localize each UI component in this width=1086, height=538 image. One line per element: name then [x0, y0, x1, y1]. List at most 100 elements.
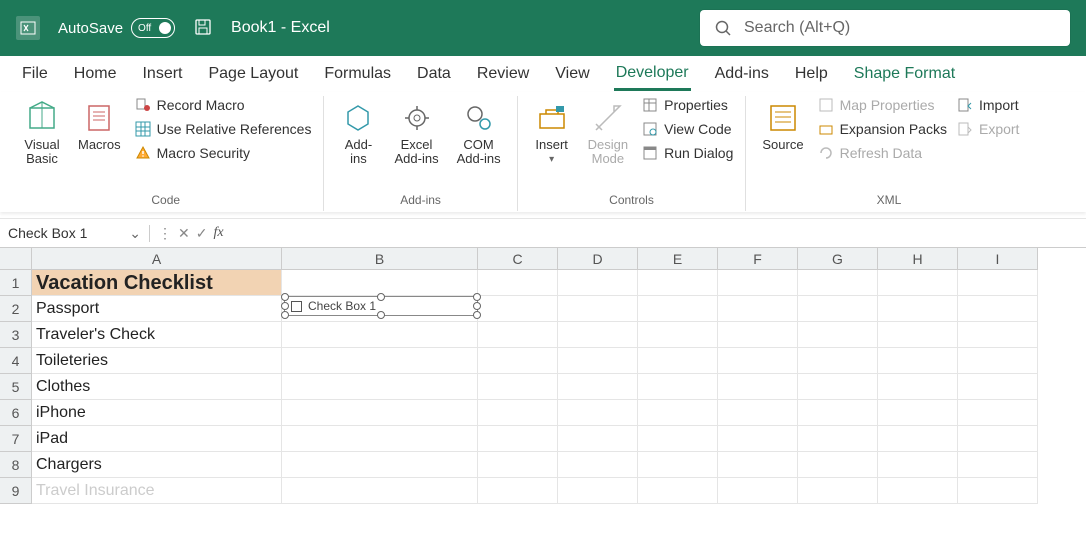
cell[interactable]	[958, 374, 1038, 400]
row-header[interactable]: 7	[0, 426, 32, 452]
cell[interactable]	[958, 452, 1038, 478]
row-header[interactable]: 3	[0, 322, 32, 348]
run-dialog-button[interactable]: Run Dialog	[640, 144, 735, 162]
tab-review[interactable]: Review	[475, 59, 531, 89]
export-button[interactable]: Export	[955, 120, 1021, 138]
more-icon[interactable]: ⋮	[158, 225, 172, 242]
cell[interactable]	[878, 426, 958, 452]
row-header[interactable]: 9	[0, 478, 32, 504]
cell[interactable]	[718, 270, 798, 296]
tab-data[interactable]: Data	[415, 59, 453, 89]
cell[interactable]	[478, 296, 558, 322]
confirm-icon[interactable]: ✓	[196, 225, 208, 242]
row-header[interactable]: 8	[0, 452, 32, 478]
cell[interactable]	[478, 452, 558, 478]
cell[interactable]	[718, 452, 798, 478]
cell[interactable]	[478, 322, 558, 348]
column-header[interactable]: F	[718, 248, 798, 270]
column-header[interactable]: I	[958, 248, 1038, 270]
cell[interactable]	[558, 400, 638, 426]
row-header[interactable]: 1	[0, 270, 32, 296]
cell[interactable]	[718, 322, 798, 348]
cell[interactable]	[638, 296, 718, 322]
row-header[interactable]: 5	[0, 374, 32, 400]
row-header[interactable]: 6	[0, 400, 32, 426]
cell[interactable]	[958, 426, 1038, 452]
resize-handle[interactable]	[473, 302, 481, 310]
cell[interactable]	[638, 322, 718, 348]
column-header[interactable]: G	[798, 248, 878, 270]
view-code-button[interactable]: View Code	[640, 120, 735, 138]
cell[interactable]	[558, 348, 638, 374]
name-box[interactable]: Check Box 1 ⌄	[0, 225, 150, 242]
cell[interactable]	[558, 426, 638, 452]
cell[interactable]	[718, 400, 798, 426]
column-header[interactable]: C	[478, 248, 558, 270]
cell[interactable]	[638, 426, 718, 452]
resize-handle[interactable]	[473, 311, 481, 319]
cell[interactable]	[878, 374, 958, 400]
cell[interactable]	[798, 270, 878, 296]
cell[interactable]: Chargers	[32, 452, 282, 478]
cell[interactable]	[958, 348, 1038, 374]
cell[interactable]	[878, 296, 958, 322]
tab-developer[interactable]: Developer	[614, 58, 691, 91]
cell[interactable]	[878, 348, 958, 374]
design-mode-button[interactable]: Design Mode	[582, 96, 634, 171]
cell[interactable]	[878, 322, 958, 348]
record-macro-button[interactable]: Record Macro	[133, 96, 314, 114]
cell[interactable]	[638, 478, 718, 504]
cell[interactable]	[638, 270, 718, 296]
resize-handle[interactable]	[377, 293, 385, 301]
cell[interactable]	[798, 400, 878, 426]
cell[interactable]: Traveler's Check	[32, 322, 282, 348]
tab-formulas[interactable]: Formulas	[322, 59, 393, 89]
resize-handle[interactable]	[377, 311, 385, 319]
cell[interactable]	[282, 478, 478, 504]
save-icon[interactable]	[193, 17, 213, 40]
visual-basic-button[interactable]: Visual Basic	[18, 96, 66, 171]
cell[interactable]	[478, 348, 558, 374]
source-button[interactable]: Source	[756, 96, 809, 156]
cell[interactable]	[798, 452, 878, 478]
search-input[interactable]: Search (Alt+Q)	[700, 10, 1070, 46]
com-addins-button[interactable]: COM Add-ins	[451, 96, 507, 171]
cell[interactable]: Clothes	[32, 374, 282, 400]
select-all-corner[interactable]	[0, 248, 32, 270]
checkbox-form-control[interactable]: Check Box 1	[284, 296, 478, 316]
cell[interactable]	[878, 270, 958, 296]
autosave-switch[interactable]: Off	[131, 18, 175, 38]
excel-addins-button[interactable]: Excel Add-ins	[388, 96, 444, 171]
cell[interactable]	[958, 478, 1038, 504]
resize-handle[interactable]	[281, 311, 289, 319]
cell[interactable]	[878, 400, 958, 426]
cell[interactable]	[558, 296, 638, 322]
cell[interactable]	[478, 426, 558, 452]
cell[interactable]	[958, 270, 1038, 296]
cell[interactable]	[798, 426, 878, 452]
macro-security-button[interactable]: Macro Security	[133, 144, 314, 162]
cell[interactable]	[958, 296, 1038, 322]
cell[interactable]	[558, 270, 638, 296]
expansion-packs-button[interactable]: Expansion Packs	[816, 120, 949, 138]
cell[interactable]	[878, 452, 958, 478]
cell[interactable]	[718, 426, 798, 452]
cell[interactable]	[282, 348, 478, 374]
column-header[interactable]: B	[282, 248, 478, 270]
cell[interactable]	[638, 374, 718, 400]
tab-home[interactable]: Home	[72, 59, 119, 89]
cell[interactable]	[478, 270, 558, 296]
cell[interactable]	[282, 400, 478, 426]
cell[interactable]	[798, 296, 878, 322]
relative-references-button[interactable]: Use Relative References	[133, 120, 314, 138]
tab-help[interactable]: Help	[793, 59, 830, 89]
properties-button[interactable]: Properties	[640, 96, 735, 114]
map-properties-button[interactable]: Map Properties	[816, 96, 949, 114]
import-button[interactable]: Import	[955, 96, 1021, 114]
cell[interactable]: Travel Insurance	[32, 478, 282, 504]
cell[interactable]	[638, 348, 718, 374]
cell[interactable]	[958, 400, 1038, 426]
cell[interactable]	[282, 374, 478, 400]
resize-handle[interactable]	[473, 293, 481, 301]
cell[interactable]	[282, 452, 478, 478]
